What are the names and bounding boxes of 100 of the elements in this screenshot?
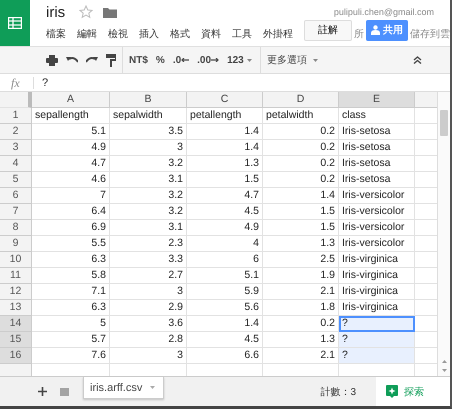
table-cell[interactable]: petallength <box>187 108 263 124</box>
table-cell[interactable]: 5.6 <box>187 300 263 316</box>
column-header[interactable]: C <box>187 92 263 108</box>
table-cell[interactable]: 3.1 <box>110 172 187 188</box>
table-cell[interactable]: Iris-versicolor <box>339 236 415 252</box>
table-cell[interactable]: 7.6 <box>32 348 110 364</box>
table-cell[interactable]: 5.5 <box>32 236 110 252</box>
column-header[interactable]: A <box>32 92 110 108</box>
table-cell[interactable]: Iris-setosa <box>339 172 415 188</box>
row-header[interactable]: 7 <box>0 204 32 220</box>
table-cell[interactable]: Iris-setosa <box>339 124 415 140</box>
sheet-tab[interactable]: iris.arff.csv <box>83 377 164 399</box>
table-cell[interactable]: 5.7 <box>32 332 110 348</box>
table-cell[interactable]: 1.9 <box>263 268 339 284</box>
table-cell[interactable]: 3 <box>110 348 187 364</box>
menu-item[interactable]: 資料 <box>201 27 221 41</box>
menu-item[interactable]: 插入 <box>139 27 159 41</box>
vertical-scrollbar[interactable] <box>437 92 450 376</box>
table-cell[interactable]: 4.7 <box>187 188 263 204</box>
row-header[interactable]: 12 <box>0 284 32 300</box>
menu-item[interactable]: 編輯 <box>77 27 97 41</box>
table-cell[interactable]: sepalwidth <box>110 108 187 124</box>
table-cell[interactable]: 6.3 <box>32 300 110 316</box>
table-cell[interactable]: ? <box>339 332 415 348</box>
column-header[interactable]: D <box>263 92 339 108</box>
table-cell[interactable]: Iris-virginica <box>339 268 415 284</box>
table-cell[interactable]: Iris-virginica <box>339 284 415 300</box>
row-header[interactable] <box>0 364 32 376</box>
menu-item[interactable]: 工具 <box>232 27 252 41</box>
table-cell[interactable]: 0.2 <box>263 124 339 140</box>
scroll-up-icon[interactable] <box>442 360 446 363</box>
increase-decimals-button[interactable]: .00 <box>197 54 220 66</box>
table-cell[interactable]: Iris-versicolor <box>339 204 415 220</box>
table-cell[interactable]: 5.8 <box>32 268 110 284</box>
table-cell[interactable]: 0.2 <box>263 172 339 188</box>
table-cell[interactable]: 5.1 <box>32 124 110 140</box>
row-header[interactable]: 2 <box>0 124 32 140</box>
table-cell[interactable]: 7.1 <box>32 284 110 300</box>
table-cell[interactable]: 3.5 <box>110 124 187 140</box>
table-cell[interactable]: 2.7 <box>110 268 187 284</box>
table-cell[interactable]: Iris-virginica <box>339 252 415 268</box>
table-cell[interactable]: 6.3 <box>32 252 110 268</box>
table-cell[interactable]: 6.4 <box>32 204 110 220</box>
row-header[interactable]: 14 <box>0 316 32 332</box>
decrease-decimals-button[interactable]: .0 <box>172 54 190 66</box>
menu-item[interactable]: 檢視 <box>108 27 128 41</box>
table-cell[interactable]: 2.8 <box>110 332 187 348</box>
row-header[interactable]: 5 <box>0 172 32 188</box>
document-title[interactable]: iris <box>46 4 66 20</box>
table-cell[interactable]: 4.5 <box>187 332 263 348</box>
collapse-icon[interactable] <box>413 56 422 64</box>
add-sheet-icon[interactable] <box>38 387 47 396</box>
paint-roller-icon[interactable] <box>106 54 116 66</box>
table-cell[interactable]: 4.9 <box>187 220 263 236</box>
table-cell[interactable]: Iris-setosa <box>339 140 415 156</box>
percent-format-button[interactable]: % <box>156 54 165 66</box>
table-cell[interactable]: 1.4 <box>263 188 339 204</box>
table-cell[interactable]: 4.6 <box>32 172 110 188</box>
table-cell[interactable]: 3 <box>110 284 187 300</box>
table-cell[interactable]: 3.2 <box>110 156 187 172</box>
row-header[interactable]: 15 <box>0 332 32 348</box>
more-options-button[interactable]: 更多選項 <box>266 53 318 67</box>
column-header[interactable]: B <box>110 92 187 108</box>
table-cell[interactable]: 2.1 <box>263 284 339 300</box>
row-header[interactable]: 13 <box>0 300 32 316</box>
table-cell[interactable]: sepallength <box>32 108 110 124</box>
table-cell[interactable]: 2.5 <box>263 252 339 268</box>
row-header[interactable]: 10 <box>0 252 32 268</box>
undo-icon[interactable] <box>66 55 78 65</box>
table-cell[interactable]: 3.6 <box>110 316 187 332</box>
table-cell[interactable]: ? <box>339 348 415 364</box>
table-cell[interactable]: petalwidth <box>263 108 339 124</box>
menu-item[interactable]: 外掛程 <box>263 27 293 41</box>
table-cell[interactable]: 6.6 <box>187 348 263 364</box>
table-cell[interactable]: 1.5 <box>263 204 339 220</box>
table-cell[interactable]: 4.5 <box>187 204 263 220</box>
table-cell[interactable]: 1.5 <box>263 220 339 236</box>
table-cell[interactable]: 3.3 <box>110 252 187 268</box>
menu-item[interactable]: 檔案 <box>46 27 66 41</box>
table-cell[interactable]: 1.4 <box>187 124 263 140</box>
formula-input[interactable]: ? <box>34 76 48 88</box>
account-email[interactable]: pulipuli.chen@gmail.com <box>334 7 434 17</box>
table-cell[interactable]: 0.2 <box>263 156 339 172</box>
number-format-button[interactable]: 123 <box>227 54 252 66</box>
table-cell[interactable]: class <box>339 108 415 124</box>
star-icon[interactable] <box>79 5 94 19</box>
table-cell[interactable]: ? <box>339 316 415 332</box>
table-cell[interactable]: 1.3 <box>263 236 339 252</box>
explore-button[interactable]: 探索 <box>376 377 450 406</box>
table-cell[interactable]: 3 <box>110 140 187 156</box>
row-header[interactable]: 4 <box>0 156 32 172</box>
table-cell[interactable]: 3.2 <box>110 188 187 204</box>
table-cell[interactable]: 6.9 <box>32 220 110 236</box>
row-header[interactable]: 11 <box>0 268 32 284</box>
folder-icon[interactable] <box>103 6 118 18</box>
comments-button[interactable]: 註解 <box>304 20 352 40</box>
table-cell[interactable]: 1.8 <box>263 300 339 316</box>
table-cell[interactable]: Iris-versicolor <box>339 220 415 236</box>
row-header[interactable]: 9 <box>0 236 32 252</box>
sheet-list-icon[interactable] <box>60 388 69 396</box>
